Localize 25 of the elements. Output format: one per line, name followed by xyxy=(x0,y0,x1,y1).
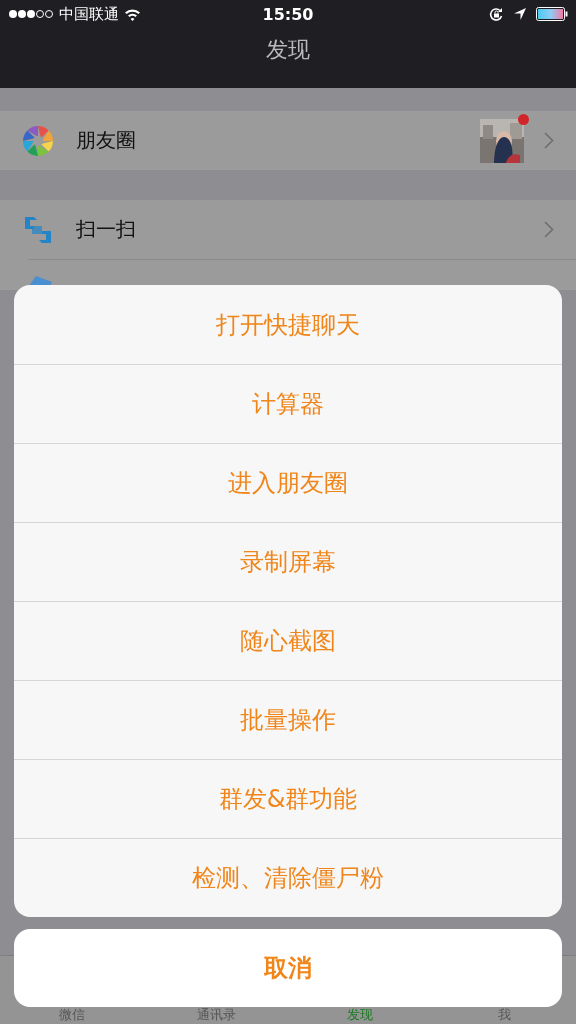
signal-icon xyxy=(8,9,54,19)
location-arrow-icon xyxy=(514,8,526,20)
chevron-icon xyxy=(544,221,554,238)
carrier-name: 中国联通 xyxy=(59,4,119,24)
list-row[interactable]: 朋友圈 xyxy=(0,111,576,170)
rotation-lock-icon xyxy=(489,6,504,22)
page-title: 发现 xyxy=(266,36,310,64)
wifi-icon xyxy=(124,7,141,21)
action-item[interactable]: 打开快捷聊天 xyxy=(14,285,562,364)
action-item[interactable]: 检测、清除僵尸粉 xyxy=(14,838,562,917)
chevron-icon xyxy=(544,132,554,149)
tab[interactable]: 通讯录 xyxy=(196,1007,236,1023)
tab[interactable]: 发现 xyxy=(347,1007,373,1023)
battery-icon xyxy=(536,7,568,21)
action-item[interactable]: 录制屏幕 xyxy=(14,522,562,601)
action-item[interactable]: 进入朋友圈 xyxy=(14,443,562,522)
action-item[interactable]: 随心截图 xyxy=(14,601,562,680)
aperture-icon xyxy=(22,124,54,157)
tab[interactable]: 微信 xyxy=(59,1007,85,1023)
action-item[interactable]: 批量操作 xyxy=(14,680,562,759)
action-item[interactable]: 群发&群功能 xyxy=(14,759,562,838)
clock-time: 15:50 xyxy=(262,4,314,24)
cancel-button[interactable]: 取消 xyxy=(14,929,562,1007)
action-item[interactable]: 计算器 xyxy=(14,364,562,443)
tab[interactable]: 我 xyxy=(497,1007,511,1023)
